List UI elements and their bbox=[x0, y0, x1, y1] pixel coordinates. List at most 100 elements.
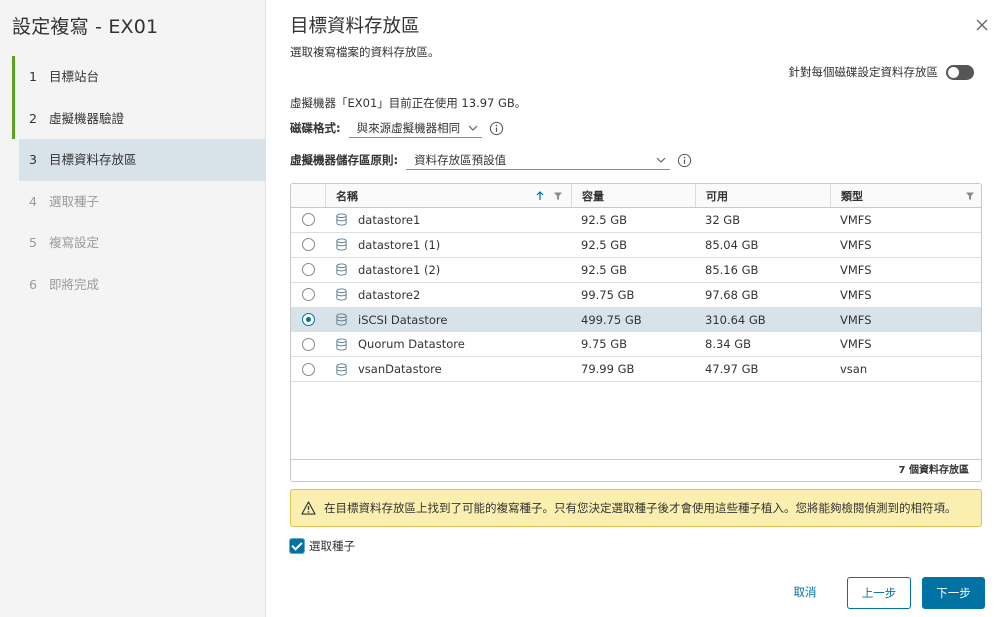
filter-icon[interactable] bbox=[553, 191, 563, 201]
per-disk-toggle-label: 針對每個磁碟設定資料存放區 bbox=[788, 65, 939, 79]
step-vm-validation[interactable]: 2 虛擬機器驗證 bbox=[12, 97, 266, 139]
datastore-name: datastore1 (1) bbox=[358, 237, 441, 252]
header-name[interactable]: 名稱 bbox=[325, 184, 571, 207]
datastore-name: vsanDatastore bbox=[358, 362, 442, 377]
per-disk-toggle[interactable] bbox=[946, 64, 974, 80]
datastore-capacity: 92.5 GB bbox=[581, 262, 628, 277]
info-icon[interactable] bbox=[677, 153, 692, 168]
step-number: 1 bbox=[29, 69, 37, 84]
per-disk-toggle-row: 針對每個磁碟設定資料存放區 bbox=[788, 64, 974, 80]
row-radio[interactable] bbox=[301, 213, 315, 227]
datastore-icon bbox=[336, 313, 347, 326]
header-select-column bbox=[291, 184, 325, 207]
select-seed-label[interactable]: 選取種子 bbox=[309, 538, 355, 554]
next-button[interactable]: 下一步 bbox=[922, 577, 985, 609]
datastore-capacity: 499.75 GB bbox=[581, 312, 642, 327]
datastore-icon bbox=[336, 288, 347, 301]
cancel-button[interactable]: 取消 bbox=[777, 577, 833, 609]
wizard-title: 設定複寫 - EX01 bbox=[12, 16, 159, 38]
step-label: 即將完成 bbox=[48, 276, 99, 292]
step-select-seed: 4 選取種子 bbox=[12, 181, 266, 223]
datastore-type: VMFS bbox=[840, 262, 872, 277]
disk-format-row: 磁碟格式: 與來源虛擬機器相同 bbox=[290, 118, 504, 138]
datastore-type: VMFS bbox=[840, 237, 872, 252]
step-target-site[interactable]: 1 目標站台 bbox=[12, 56, 266, 98]
chevron-down-icon bbox=[468, 125, 478, 131]
row-radio[interactable] bbox=[301, 263, 315, 277]
table-row[interactable]: Quorum Datastore 9.75 GB 8.34 GB VMFS bbox=[291, 332, 981, 358]
table-row[interactable]: iSCSI Datastore 499.75 GB 310.64 GB VMFS bbox=[291, 307, 981, 333]
warning-icon bbox=[301, 501, 316, 515]
datastore-type: VMFS bbox=[840, 287, 872, 302]
wizard-sidebar: 設定複寫 - EX01 1 目標站台 2 虛擬機器驗證 3 目標資料存放區 4 … bbox=[0, 0, 266, 617]
table-row[interactable]: datastore1 (2) 92.5 GB 85.16 GB VMFS bbox=[291, 258, 981, 283]
datastore-free: 310.64 GB bbox=[705, 312, 766, 327]
datastore-free: 85.04 GB bbox=[705, 237, 759, 252]
back-button[interactable]: 上一步 bbox=[847, 577, 911, 609]
select-seed-checkbox[interactable] bbox=[290, 539, 304, 553]
header-free-label: 可用 bbox=[706, 189, 728, 203]
datastore-free: 85.16 GB bbox=[705, 262, 759, 277]
datastore-capacity: 92.5 GB bbox=[581, 212, 628, 227]
disk-format-label: 磁碟格式: bbox=[290, 121, 341, 135]
wizard-steps: 1 目標站台 2 虛擬機器驗證 3 目標資料存放區 4 選取種子 5 複寫設定 … bbox=[12, 56, 266, 305]
step-number: 6 bbox=[29, 276, 37, 292]
datastore-capacity: 79.99 GB bbox=[581, 362, 635, 377]
step-label: 目標資料存放區 bbox=[48, 152, 137, 167]
datastore-free: 32 GB bbox=[705, 212, 741, 227]
datastore-name: Quorum Datastore bbox=[358, 337, 465, 352]
header-type[interactable]: 類型 bbox=[830, 184, 981, 207]
table-row[interactable]: datastore2 99.75 GB 97.68 GB VMFS bbox=[291, 283, 981, 308]
header-name-label: 名稱 bbox=[336, 189, 358, 203]
datastore-icon bbox=[336, 338, 347, 351]
datastore-name: iSCSI Datastore bbox=[358, 312, 448, 327]
seed-alert: 在目標資料存放區上找到了可能的複寫種子。只有您決定選取種子後才會使用這些種子植入… bbox=[290, 489, 982, 527]
header-capacity[interactable]: 容量 bbox=[571, 184, 695, 207]
grid-footer-count: 7 個資料存放區 bbox=[291, 459, 981, 481]
sort-ascending-icon[interactable] bbox=[535, 191, 545, 201]
storage-policy-value: 資料存放區預設值 bbox=[414, 153, 507, 167]
info-icon[interactable] bbox=[489, 121, 504, 136]
close-icon[interactable] bbox=[974, 17, 990, 33]
page-subtitle: 選取複寫檔案的資料存放區。 bbox=[290, 45, 440, 59]
row-radio[interactable] bbox=[301, 288, 315, 302]
table-row[interactable]: datastore1 92.5 GB 32 GB VMFS bbox=[291, 208, 981, 233]
datastore-type: vsan bbox=[840, 362, 868, 377]
datastore-free: 8.34 GB bbox=[705, 337, 752, 352]
step-label: 虛擬機器驗證 bbox=[48, 110, 124, 126]
vm-usage-text: 虛擬機器「EX01」目前正在使用 13.97 GB。 bbox=[290, 96, 527, 110]
table-row[interactable]: datastore1 (1) 92.5 GB 85.04 GB VMFS bbox=[291, 233, 981, 258]
row-radio[interactable] bbox=[301, 337, 315, 351]
disk-format-value: 與來源虛擬機器相同 bbox=[356, 121, 461, 135]
datastore-type: VMFS bbox=[840, 212, 872, 227]
step-label: 目標站台 bbox=[48, 69, 99, 84]
datastore-icon bbox=[336, 363, 347, 376]
datastore-icon bbox=[336, 238, 347, 251]
step-number: 4 bbox=[29, 193, 37, 209]
header-type-label: 類型 bbox=[841, 189, 863, 203]
datastore-free: 97.68 GB bbox=[705, 287, 759, 302]
storage-policy-select[interactable]: 資料存放區預設值 bbox=[406, 150, 671, 170]
datastore-icon bbox=[336, 213, 347, 226]
datastore-name: datastore1 (2) bbox=[358, 262, 441, 277]
datastore-capacity: 99.75 GB bbox=[581, 287, 635, 302]
datastore-capacity: 92.5 GB bbox=[581, 237, 628, 252]
step-target-datastore[interactable]: 3 目標資料存放區 bbox=[19, 139, 266, 181]
header-free[interactable]: 可用 bbox=[695, 184, 830, 207]
datastore-grid: 名稱 容量 可用 類型 datastore1 92.5 GB 32 GB VMF… bbox=[290, 183, 982, 482]
row-radio[interactable] bbox=[301, 238, 315, 252]
datastore-name: datastore2 bbox=[358, 287, 421, 302]
step-ready-to-complete: 6 即將完成 bbox=[12, 264, 266, 306]
step-number: 2 bbox=[29, 110, 37, 126]
row-radio[interactable] bbox=[301, 313, 315, 326]
datastore-icon bbox=[336, 263, 347, 276]
filter-icon[interactable] bbox=[965, 191, 975, 201]
page-title: 目標資料存放區 bbox=[290, 16, 420, 37]
row-radio[interactable] bbox=[301, 362, 315, 376]
table-row[interactable]: vsanDatastore 79.99 GB 47.97 GB vsan bbox=[291, 357, 981, 383]
disk-format-select[interactable]: 與來源虛擬機器相同 bbox=[348, 118, 483, 138]
step-number: 3 bbox=[29, 152, 37, 167]
chevron-down-icon bbox=[656, 157, 666, 163]
grid-header: 名稱 容量 可用 類型 bbox=[291, 184, 981, 208]
step-label: 選取種子 bbox=[48, 193, 99, 209]
